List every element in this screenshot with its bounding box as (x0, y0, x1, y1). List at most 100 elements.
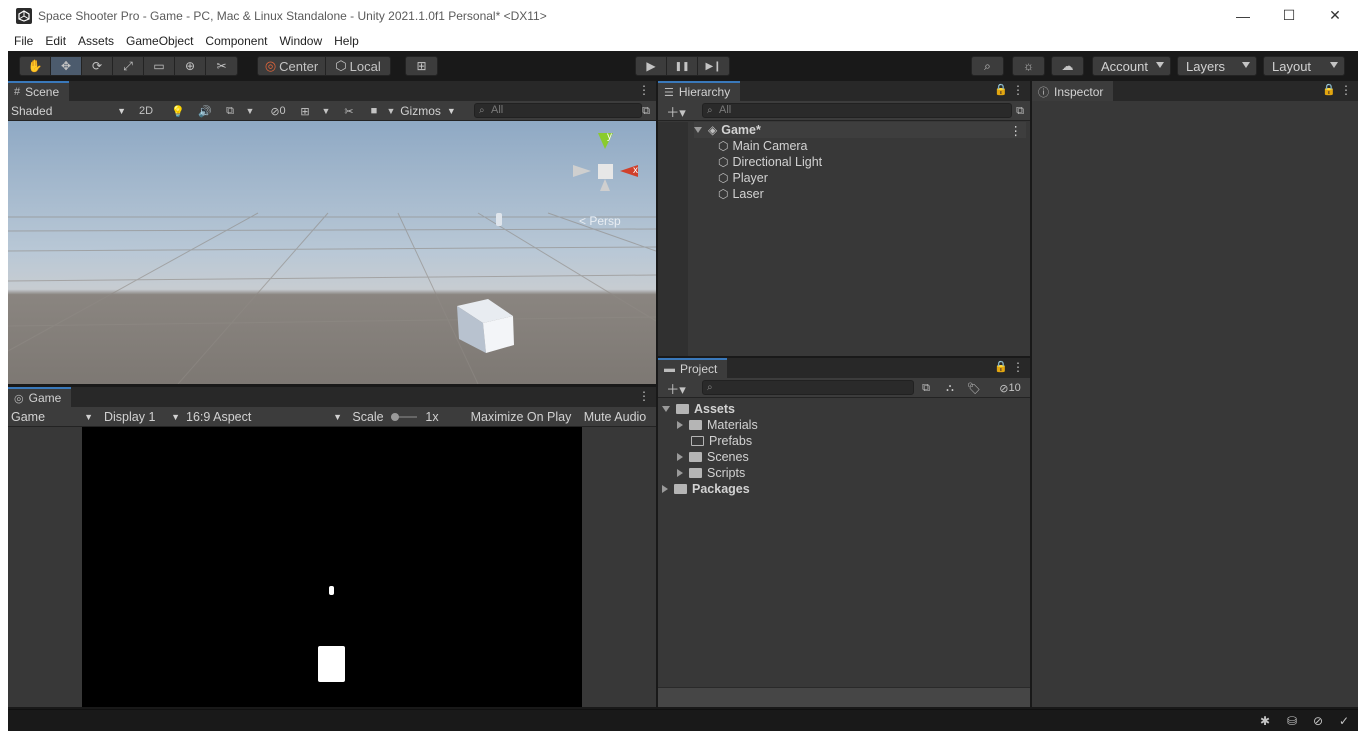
project-item-scenes[interactable]: Scenes (677, 449, 749, 465)
close-button[interactable]: ✕ (1312, 0, 1358, 31)
hand-tool-icon[interactable]: ✋ (20, 57, 51, 75)
chevron-down-icon[interactable]: ▼ (244, 103, 256, 119)
services-icon[interactable]: ☼ (1013, 57, 1044, 75)
search-options-icon[interactable]: ⧉ (1012, 103, 1028, 119)
hierarchy-item-laser[interactable]: ⬡ Laser (718, 186, 764, 202)
camera-icon[interactable]: ■ (365, 103, 383, 119)
folder-icon (689, 452, 702, 462)
scale-tool-icon[interactable]: ⤢ (113, 57, 144, 75)
step-button[interactable]: ▶❙ (698, 57, 729, 75)
layout-dropdown[interactable]: Layout (1263, 56, 1345, 76)
hierarchy-item-directional-light[interactable]: ⬡ Directional Light (718, 154, 822, 170)
move-tool-icon[interactable]: ✥ (51, 57, 82, 75)
minimize-button[interactable]: — (1220, 0, 1266, 31)
hierarchy-item-main-camera[interactable]: ⬡ Main Camera (718, 138, 808, 154)
custom-tool-icon[interactable]: ✂ (206, 57, 237, 75)
layers-dropdown[interactable]: Layers (1177, 56, 1257, 76)
lock-icon[interactable]: 🔒 (994, 360, 1008, 373)
maximize-button[interactable]: ☐ (1266, 0, 1312, 31)
cloud-icon[interactable]: ☁ (1052, 57, 1083, 75)
tab-project[interactable]: ▬ Project (658, 358, 728, 378)
scale-slider[interactable] (388, 409, 420, 425)
play-button[interactable]: ▶ (636, 57, 667, 75)
scene-search-input[interactable]: ⌕ All (474, 103, 642, 118)
tab-game[interactable]: ◎ Game (8, 387, 72, 407)
search-icon[interactable]: ⌕ (972, 57, 1003, 75)
tab-project-label: Project (680, 362, 718, 376)
more-menu-icon[interactable]: ⋮ (638, 389, 650, 403)
tab-scene[interactable]: # Scene (8, 81, 70, 101)
mode-2d-button[interactable]: 2D (135, 103, 157, 119)
chevron-down-icon[interactable]: ▼ (385, 103, 397, 119)
project-item-materials[interactable]: Materials (677, 417, 758, 433)
mute-audio-toggle[interactable]: Mute Audio (580, 409, 650, 425)
create-button[interactable]: ＋▾ (662, 103, 690, 120)
game-viewport[interactable] (8, 427, 656, 707)
more-menu-icon[interactable]: ⋮ (1010, 123, 1023, 138)
tab-inspector[interactable]: ⓘ Inspector (1032, 81, 1114, 101)
scene-orientation-gizmo[interactable]: y x (573, 131, 638, 191)
hierarchy-search-input[interactable]: ⌕ All (702, 103, 1012, 118)
lock-icon[interactable]: 🔒 (1322, 83, 1336, 96)
aspect-dropdown[interactable]: 16:9 Aspect ▼ (186, 409, 344, 425)
chevron-down-icon[interactable]: ▼ (320, 103, 332, 119)
more-menu-icon[interactable]: ⋮ (1012, 360, 1024, 374)
grid-toggle-icon[interactable]: ⊞ (296, 103, 314, 119)
scene-viewport[interactable]: y x < Persp (8, 121, 656, 384)
cache-server-icon[interactable]: ⛁ (1285, 714, 1299, 728)
lock-icon[interactable]: 🔒 (994, 83, 1008, 96)
menu-component[interactable]: Component (199, 34, 273, 48)
transform-tool-icon[interactable]: ⊕ (175, 57, 206, 75)
hierarchy-item-label: Laser (732, 187, 764, 201)
filter-label-icon[interactable]: 🏷 (966, 380, 982, 396)
shading-dropdown[interactable]: Shaded ▼ (8, 103, 130, 119)
lighting-icon[interactable]: 💡 (168, 103, 188, 119)
menu-assets[interactable]: Assets (72, 34, 120, 48)
menu-help[interactable]: Help (328, 34, 365, 48)
audio-icon[interactable]: 🔊 (195, 103, 215, 119)
search-options-icon[interactable]: ⧉ (918, 380, 934, 396)
pivot-mode-button[interactable]: ◎ Center (258, 57, 326, 75)
hidden-packages-toggle[interactable]: ⊘ 10 (992, 380, 1028, 396)
filter-type-icon[interactable]: ⛬ (942, 380, 958, 396)
more-menu-icon[interactable]: ⋮ (638, 83, 650, 97)
project-item-scripts[interactable]: Scripts (677, 465, 745, 481)
chevron-down-icon (1156, 62, 1164, 68)
scene-row[interactable]: ◈ Game* ⋮ (694, 122, 1026, 138)
menu-file[interactable]: File (8, 34, 39, 48)
create-button[interactable]: ＋▾ (662, 380, 690, 397)
search-options-icon[interactable]: ⧉ (638, 103, 654, 119)
pivot-rotation-button[interactable]: ⬡ Local (326, 57, 390, 75)
search-icon: ⌕ (707, 105, 713, 116)
more-menu-icon[interactable]: ⋮ (1012, 83, 1024, 97)
scene-panel: # Scene ⋮ Shaded ▼ 2D 💡 🔊 ⧉ ▼ ⊘ 0 ⊞ ▼ ✂ … (8, 81, 656, 384)
more-menu-icon[interactable]: ⋮ (1340, 83, 1352, 97)
effects-icon[interactable]: ⧉ (220, 103, 240, 119)
persp-label[interactable]: < Persp (579, 214, 621, 228)
menu-gameobject[interactable]: GameObject (120, 34, 199, 48)
account-dropdown[interactable]: Account (1092, 56, 1171, 76)
maximize-on-play-toggle[interactable]: Maximize On Play (468, 409, 574, 425)
menu-edit[interactable]: Edit (39, 34, 72, 48)
hierarchy-item-player[interactable]: ⬡ Player (718, 170, 768, 186)
project-item-packages[interactable]: Packages (662, 481, 750, 497)
project-search-input[interactable]: ⌕ (702, 380, 914, 395)
menu-window[interactable]: Window (273, 34, 328, 48)
rotate-tool-icon[interactable]: ⟳ (82, 57, 113, 75)
gizmos-dropdown[interactable]: Gizmos ▼ (398, 103, 458, 119)
display-dropdown[interactable]: Display 1 ▼ (104, 409, 182, 425)
progress-check-icon[interactable]: ✓ (1337, 714, 1351, 728)
project-item-assets[interactable]: Assets (662, 401, 735, 417)
unity-scene-icon: ◈ (708, 123, 718, 137)
tab-hierarchy[interactable]: ☰ Hierarchy (658, 81, 741, 101)
tools-icon[interactable]: ✂ (340, 103, 358, 119)
debug-icon[interactable]: ✱ (1258, 714, 1272, 728)
rect-tool-icon[interactable]: ▭ (144, 57, 175, 75)
auto-generate-lighting-icon[interactable]: ⊘ (1311, 714, 1325, 728)
hidden-objects-toggle[interactable]: ⊘ 0 (263, 103, 293, 119)
project-item-prefabs[interactable]: Prefabs (691, 433, 752, 449)
project-toolbar: ＋▾ ⌕ ⧉ ⛬ 🏷 ⊘ 10 (658, 378, 1030, 398)
pause-button[interactable]: ❚❚ (667, 57, 698, 75)
grid-snap-icon[interactable]: ⊞ (406, 57, 437, 75)
game-view-dropdown[interactable]: Game ▼ (8, 409, 96, 425)
